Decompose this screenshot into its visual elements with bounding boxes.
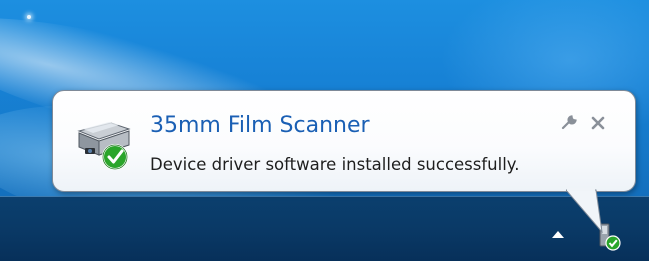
checkmark-badge-icon	[102, 144, 128, 170]
notification-message: Device driver software installed success…	[150, 155, 520, 174]
taskbar	[0, 196, 649, 261]
notification-balloon[interactable]: 35mm Film Scanner Device driver software…	[52, 90, 636, 192]
wrench-icon[interactable]	[559, 113, 579, 133]
close-icon[interactable]	[588, 113, 608, 133]
scanner-icon	[77, 122, 131, 170]
show-hidden-icons-arrow-icon[interactable]	[552, 231, 564, 238]
balloon-pointer	[566, 188, 603, 234]
notification-title: 35mm Film Scanner	[150, 113, 370, 138]
wallpaper-sparkle	[27, 15, 31, 19]
